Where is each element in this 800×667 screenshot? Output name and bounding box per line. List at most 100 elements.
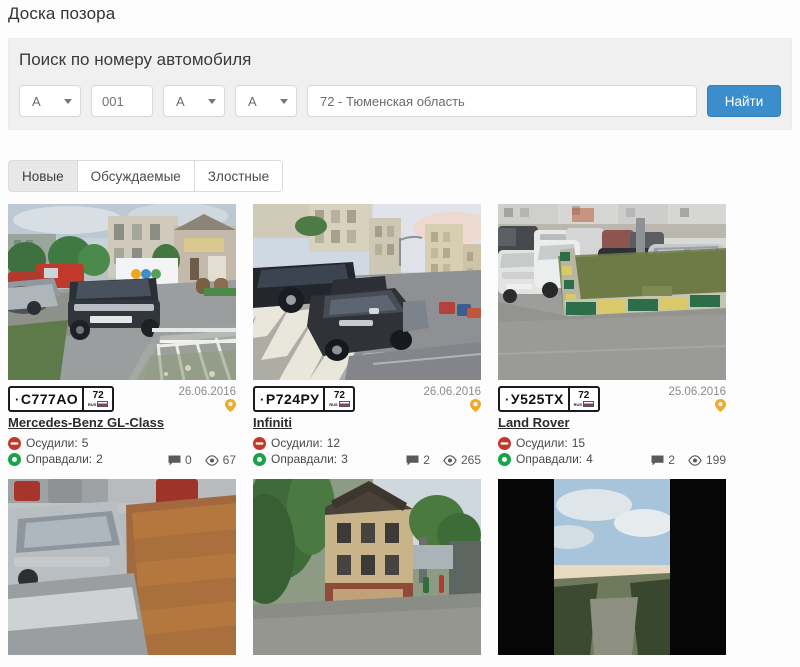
plate-letter-first: С	[20, 391, 32, 407]
plate-search-row: А 001 А А 72 - Тюменская область Найти	[19, 84, 781, 118]
comment-icon	[168, 455, 181, 465]
license-plate-main: · Р 724 РУ	[255, 388, 323, 410]
license-plate-main: · С 777 АО	[10, 388, 82, 410]
photo-partial-house-street	[253, 479, 481, 655]
card-grid: · С 777 АО 72 RUS 26.06.2016 Mercedes-Be…	[8, 204, 792, 667]
card-stats: Осудили: 12 Оправдали: 3 2 265	[253, 435, 481, 467]
search-panel: Поиск по номеру автомобиля А 001 А А 72 …	[8, 38, 792, 130]
chevron-down-icon	[64, 98, 72, 104]
photo-partial-letterbox-sky	[498, 479, 726, 655]
plate-letter-second-select[interactable]: А	[163, 85, 225, 117]
plate-letters-last: ТХ	[544, 391, 564, 407]
card-title-link[interactable]: Land Rover	[498, 415, 726, 430]
page-root: Доска позора Поиск по номеру автомобиля …	[0, 0, 800, 655]
violation-photo[interactable]	[498, 479, 726, 655]
card-date: 25.06.2016	[668, 386, 726, 398]
plate-letter-first-value: А	[32, 93, 41, 109]
comments-group[interactable]: 0	[168, 453, 192, 467]
region-select[interactable]: 72 - Тюменская область	[307, 85, 697, 117]
plate-region-code: 72	[578, 390, 590, 401]
plate-digits: 724	[275, 391, 301, 407]
justified-label: Оправдали:	[26, 452, 93, 466]
violation-photo[interactable]	[8, 479, 236, 655]
plate-letter-second-value: А	[176, 93, 185, 109]
map-pin-wrap[interactable]	[178, 399, 236, 412]
plate-rus-label: RUS	[574, 401, 595, 407]
photo-street-mercedes	[8, 204, 236, 380]
plate-region-code: 72	[333, 390, 345, 401]
card-counters: 2 199	[651, 453, 726, 467]
plate-region-block: 72 RUS	[82, 388, 112, 410]
plate-letter-first: У	[510, 391, 521, 407]
comments-group[interactable]: 2	[651, 453, 675, 467]
card-title-link[interactable]: Mercedes-Benz GL-Class	[8, 415, 236, 430]
comment-icon	[406, 455, 419, 465]
map-pin-wrap[interactable]	[668, 399, 726, 412]
plate-region-code: 72	[92, 390, 104, 401]
photo-partial-silver-car	[8, 479, 236, 655]
plate-digits-value: 001	[102, 93, 124, 109]
license-plate-main: · У 525 ТХ	[500, 388, 568, 410]
card-date: 26.06.2016	[178, 386, 236, 398]
condemned-count: 15	[571, 436, 586, 450]
map-pin-wrap[interactable]	[423, 399, 481, 412]
condemned-count: 12	[326, 436, 341, 450]
comments-count: 2	[423, 453, 430, 467]
page-title: Доска позора	[8, 4, 116, 23]
filter-tabs: Новые Обсуждаемые Злостные	[8, 160, 284, 192]
card	[8, 479, 236, 655]
plate-dot-left: ·	[15, 391, 20, 407]
eye-icon	[204, 454, 219, 466]
card: · Р 724 РУ 72 RUS 26.06.2016 Infiniti Ос…	[253, 204, 481, 467]
card-meta: 25.06.2016	[668, 386, 726, 412]
map-pin-icon	[470, 399, 481, 412]
tab-new[interactable]: Новые	[8, 160, 77, 192]
violation-photo[interactable]	[253, 479, 481, 655]
condemned-line: Осудили: 15	[498, 435, 726, 451]
card: · С 777 АО 72 RUS 26.06.2016 Mercedes-Be…	[8, 204, 236, 467]
plate-dot-left: ·	[260, 391, 265, 407]
justify-icon	[498, 452, 511, 466]
plate-row: · С 777 АО 72 RUS 26.06.2016	[8, 386, 236, 412]
violation-photo[interactable]	[253, 204, 481, 380]
plate-rus-label: RUS	[329, 401, 350, 407]
license-plate: · Р 724 РУ 72 RUS	[253, 386, 356, 412]
justified-label: Оправдали:	[271, 452, 338, 466]
license-plate: · С 777 АО 72 RUS	[8, 386, 115, 412]
card	[253, 479, 481, 655]
card	[498, 479, 726, 655]
plate-region-block: 72 RUS	[567, 388, 598, 410]
tab-malicious[interactable]: Злостные	[193, 160, 284, 192]
views-count: 199	[705, 453, 726, 467]
condemned-count: 5	[81, 436, 89, 450]
chevron-down-icon	[280, 98, 288, 104]
card-date: 26.06.2016	[423, 386, 481, 398]
russia-flag-icon	[338, 401, 350, 407]
comment-icon	[651, 455, 664, 465]
plate-digits: 777	[31, 391, 57, 407]
photo-crosswalk-infiniti	[253, 204, 481, 380]
card-title-link[interactable]: Infiniti	[253, 415, 481, 430]
plate-rus-label: RUS	[88, 401, 109, 407]
justified-count: 3	[341, 452, 348, 466]
comments-group[interactable]: 2	[406, 453, 430, 467]
violation-photo[interactable]	[8, 204, 236, 380]
views-group: 265	[443, 453, 481, 467]
plate-letter-first-select[interactable]: А	[19, 85, 81, 117]
plate-letter-third-value: А	[248, 93, 257, 109]
justify-icon	[253, 452, 266, 466]
plate-letters-last: РУ	[300, 391, 320, 407]
plate-letter-third-select[interactable]: А	[235, 85, 297, 117]
condemned-label: Осудили:	[26, 436, 78, 450]
plate-digits-input[interactable]: 001	[91, 85, 153, 117]
plate-letters-last: АО	[56, 391, 79, 407]
find-button[interactable]: Найти	[707, 85, 781, 117]
card-meta: 26.06.2016	[178, 386, 236, 412]
violation-photo[interactable]	[498, 204, 726, 380]
region-select-value: 72 - Тюменская область	[320, 93, 465, 109]
map-pin-icon	[225, 399, 236, 412]
tab-discussed[interactable]: Обсуждаемые	[76, 160, 194, 192]
license-plate: · У 525 ТХ 72 RUS	[498, 386, 600, 412]
condemned-line: Осудили: 12	[253, 435, 481, 451]
photo-curb-landrover	[498, 204, 726, 380]
